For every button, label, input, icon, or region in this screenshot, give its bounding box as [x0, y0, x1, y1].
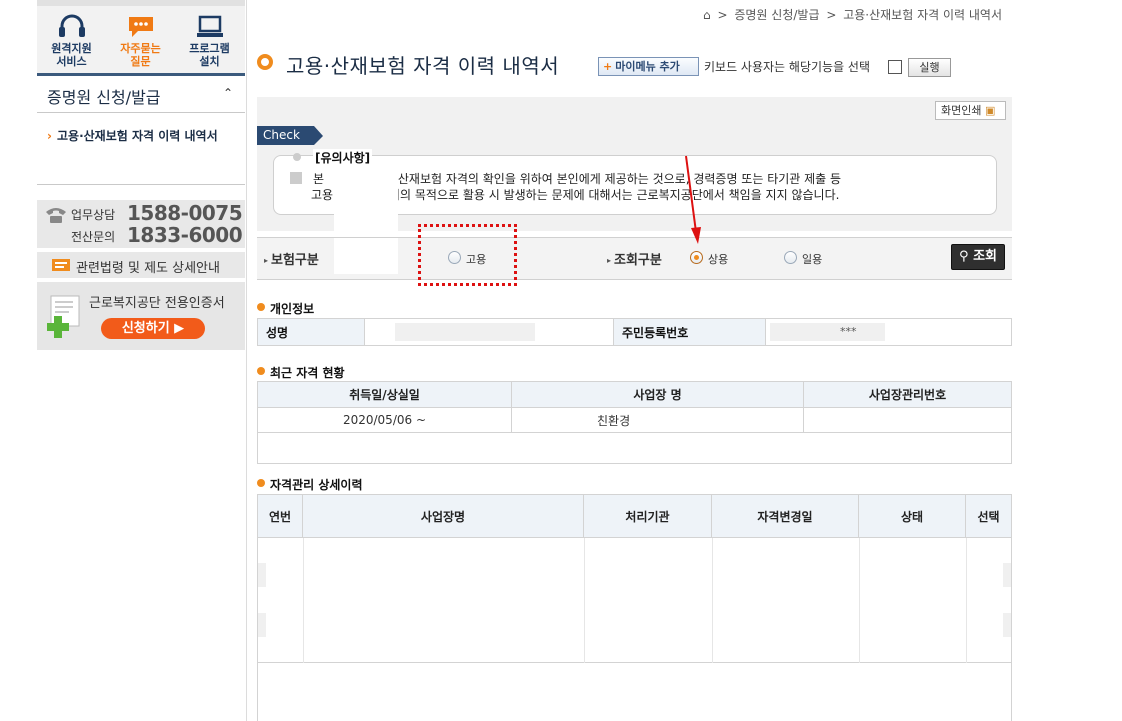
recent-status-empty-area — [257, 432, 1012, 464]
table-row[interactable]: 2020/05/06 ~ 친환경 — [257, 407, 1012, 433]
detail-history-heading: 자격관리 상세이력 — [257, 476, 363, 493]
rrn-label: 주민등록번호 — [613, 318, 766, 346]
personal-info-heading: 개인정보 — [257, 300, 314, 317]
detail-history-lower-area — [257, 663, 1012, 721]
rrn-value: *** — [765, 318, 1012, 346]
detail-history-table: 연번 사업장명 처리기관 자격변경일 상태 선택 — [257, 494, 1012, 538]
recent-status-heading: 최근 자격 현황 — [257, 364, 345, 381]
column-header: 연번 — [257, 494, 303, 538]
column-header: 선택 — [965, 494, 1012, 538]
column-header: 자격변경일 — [711, 494, 859, 538]
table-cell — [803, 407, 1012, 433]
column-header: 사업장 명 — [511, 381, 804, 408]
detail-history-body — [257, 538, 1012, 663]
recent-status-table: 취득일/상실일 사업장 명 사업장관리번호 2020/05/06 ~ 친환경 — [257, 381, 1012, 433]
column-header: 처리기관 — [583, 494, 712, 538]
column-header: 취득일/상실일 — [257, 381, 512, 408]
column-header: 상태 — [858, 494, 966, 538]
name-label: 성명 — [257, 318, 365, 346]
personal-info-table: 성명 주민등록번호 *** — [257, 318, 1012, 346]
table-cell: 2020/05/06 ~ — [257, 407, 512, 433]
table-cell: 친환경 — [511, 407, 804, 433]
column-header: 사업장관리번호 — [803, 381, 1012, 408]
column-header: 사업장명 — [302, 494, 584, 538]
name-value — [364, 318, 614, 346]
